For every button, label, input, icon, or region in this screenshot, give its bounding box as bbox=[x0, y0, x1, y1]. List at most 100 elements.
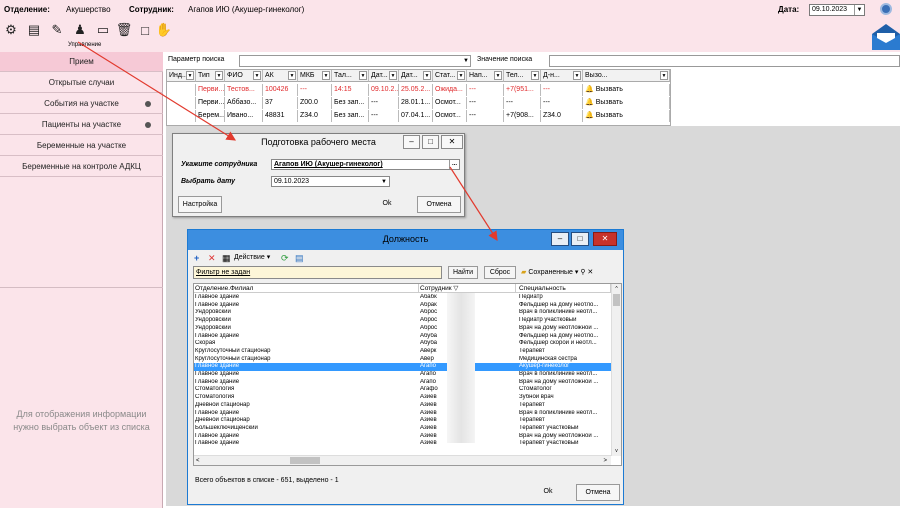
search-value-input[interactable] bbox=[549, 55, 900, 67]
filter-dropdown-icon[interactable]: ▼ bbox=[322, 71, 330, 80]
list-icon[interactable]: ▤ bbox=[27, 22, 41, 38]
action-icon[interactable]: ▦ bbox=[222, 253, 231, 263]
hand-icon[interactable]: ✋ bbox=[156, 22, 172, 38]
list-item[interactable]: Главное здание Агапо Акушер-гинеколог bbox=[194, 363, 611, 371]
filter-dropdown-icon[interactable]: ▼ bbox=[215, 71, 223, 80]
minimize-icon[interactable]: – bbox=[403, 135, 420, 149]
user-search-icon[interactable]: ⚙ bbox=[4, 22, 18, 38]
column-header[interactable]: Нап... ▼ bbox=[467, 70, 504, 82]
list-item[interactable]: Стоматология Агафо Стоматолог bbox=[194, 386, 611, 393]
list-item[interactable]: Ундоровский Аброс Педиатр участковый bbox=[194, 317, 611, 324]
trash-icon[interactable]: 🗑 bbox=[116, 22, 133, 38]
chevron-left-icon[interactable]: < bbox=[196, 456, 200, 465]
gear-icon[interactable] bbox=[880, 3, 892, 15]
employee-field[interactable]: Агапов ИЮ (Акушер-гинеколог) ... bbox=[271, 159, 460, 170]
list-item[interactable]: Дневной стационар Азиев Терапевт bbox=[194, 402, 611, 409]
person-icon[interactable]: ♟ bbox=[73, 22, 87, 38]
list-item[interactable]: Скорая Абуба Фельдшер скорой и неотл... bbox=[194, 340, 611, 347]
scroll-thumb[interactable] bbox=[290, 457, 320, 464]
filter-field[interactable]: Фильтр не задан bbox=[193, 266, 442, 279]
table-row[interactable]: Перви... Тестов... 100426 --- 14:15 09.10.2..… bbox=[167, 84, 670, 96]
list-item[interactable]: Дневной стационар Азиев Терапевт bbox=[194, 417, 611, 424]
call-button[interactable]: 🔔 Вызвать bbox=[583, 84, 670, 96]
column-header-specialty[interactable]: Специальность bbox=[517, 284, 611, 293]
chevron-down-icon[interactable]: ▼ bbox=[463, 56, 469, 66]
list-item[interactable]: Главное здание Азиев Врач в поликлинике не… bbox=[194, 410, 611, 417]
list-item[interactable]: Круглосуточный стационар Аверк Терапевт bbox=[194, 348, 611, 355]
chevron-down-icon[interactable]: v bbox=[613, 448, 620, 454]
call-button[interactable]: 🔔 Вызвать bbox=[583, 97, 670, 109]
minimize-icon[interactable]: – bbox=[551, 232, 569, 246]
list-item[interactable]: Большеключищенский Азиев Терапевт участков… bbox=[194, 425, 611, 432]
sidebar-item-pregnant-area[interactable]: Беременные на участке bbox=[0, 136, 163, 156]
column-header[interactable]: АК ▼ bbox=[263, 70, 298, 82]
horizontal-scrollbar[interactable]: < > bbox=[194, 455, 611, 465]
maximize-icon[interactable]: □ bbox=[571, 232, 589, 246]
mail-icon[interactable] bbox=[872, 24, 900, 50]
chevron-down-icon[interactable]: ▼ bbox=[381, 177, 387, 187]
list-item[interactable]: Главное здание Агапо Врач в поликлинике не… bbox=[194, 371, 611, 378]
reset-button[interactable]: Сброс bbox=[484, 266, 516, 279]
column-header[interactable]: Тип ▼ bbox=[196, 70, 225, 82]
column-header[interactable]: Д-н... ▼ bbox=[541, 70, 583, 82]
chevron-down-icon[interactable]: ▼ bbox=[854, 5, 864, 15]
filter-dropdown-icon[interactable]: ▼ bbox=[494, 71, 502, 80]
column-header[interactable]: Дат... ▼ bbox=[369, 70, 399, 82]
dialog-title-bar[interactable]: Должность – □ ✕ bbox=[188, 230, 623, 250]
delete-icon[interactable]: ✕ bbox=[208, 253, 216, 263]
date-field[interactable]: 09.10.2023 ▼ bbox=[809, 4, 865, 16]
filter-dropdown-icon[interactable]: ▼ bbox=[531, 71, 539, 80]
department-value[interactable]: Акушерство bbox=[66, 5, 111, 14]
filter-dropdown-icon[interactable]: ▼ bbox=[573, 71, 581, 80]
list-item[interactable]: Главное здание Азиев Врач на дому неотложн… bbox=[194, 433, 611, 440]
list-item[interactable]: Главное здание Агапо Врач на дому неотложн… bbox=[194, 379, 611, 386]
list-item[interactable]: Ундоровский Аброс Врач в поликлинике неотл… bbox=[194, 309, 611, 316]
column-header[interactable]: Инд... ▼ bbox=[167, 70, 196, 82]
dialog-date-field[interactable]: 09.10.2023 ▼ bbox=[271, 176, 390, 187]
list-item[interactable]: Главное здание Абабк Педиатр bbox=[194, 294, 611, 301]
column-header[interactable]: Тал... ▼ bbox=[332, 70, 369, 82]
saved-filters-menu[interactable]: ▰ Сохраненные ▾ ⚲ ✕ bbox=[521, 268, 593, 278]
ok-button[interactable]: Ok bbox=[525, 484, 571, 501]
settings-button[interactable]: Настройка bbox=[178, 196, 222, 213]
scroll-thumb[interactable] bbox=[613, 294, 620, 306]
document-icon[interactable]: □ bbox=[138, 22, 152, 38]
vertical-scrollbar[interactable]: ^ v bbox=[611, 284, 621, 456]
filter-dropdown-icon[interactable]: ▼ bbox=[457, 71, 465, 80]
close-icon[interactable]: ✕ bbox=[593, 232, 617, 246]
refresh-icon[interactable]: ⟳ bbox=[281, 253, 289, 263]
sidebar-item-area-patients[interactable]: Пациенты на участке bbox=[0, 115, 163, 135]
list-item[interactable]: Ундоровский Аброс Врач на дому неотложной … bbox=[194, 325, 611, 332]
sidebar-item-pregnant-adkc[interactable]: Беременные на контроле АДКЦ bbox=[0, 157, 163, 177]
filter-dropdown-icon[interactable]: ▼ bbox=[288, 71, 296, 80]
add-icon[interactable]: + bbox=[194, 253, 199, 263]
employee-value[interactable]: Агапов ИЮ (Акушер-гинеколог) bbox=[188, 5, 304, 14]
filter-dropdown-icon[interactable]: ▼ bbox=[253, 71, 261, 80]
filter-dropdown-icon[interactable]: ▼ bbox=[423, 71, 431, 80]
column-header-employee[interactable]: Сотрудник ▽ bbox=[420, 284, 516, 293]
pin-icon[interactable]: ⚲ bbox=[580, 269, 585, 276]
cancel-button[interactable]: Отмена bbox=[576, 484, 620, 501]
document-edit-icon[interactable]: ✎ bbox=[50, 22, 64, 38]
chevron-right-icon[interactable]: > bbox=[603, 456, 607, 465]
monitor-edit-icon[interactable]: ▭ bbox=[96, 22, 110, 38]
maximize-icon[interactable]: □ bbox=[422, 135, 439, 149]
call-button[interactable]: 🔔 Вызвать bbox=[583, 110, 670, 122]
close-icon[interactable]: ✕ bbox=[441, 135, 463, 149]
column-header-dept[interactable]: Отделение.Филиал bbox=[195, 284, 419, 293]
ok-button[interactable]: Ok bbox=[365, 196, 409, 213]
column-header[interactable]: Вызо... ▼ bbox=[583, 70, 670, 82]
filter-dropdown-icon[interactable]: ▼ bbox=[186, 71, 194, 80]
export-icon[interactable]: ▤ bbox=[295, 253, 304, 263]
sidebar-item-open-cases[interactable]: Открытые случаи bbox=[0, 73, 163, 93]
clear-icon[interactable]: ✕ bbox=[587, 269, 593, 276]
list-item[interactable]: Главное здание Абрак Фельдшер на дому неот… bbox=[194, 302, 611, 309]
list-item[interactable]: Главное здание Абуба Фельдшер на дому неот… bbox=[194, 333, 611, 340]
filter-dropdown-icon[interactable]: ▼ bbox=[660, 71, 668, 80]
column-header[interactable]: Дат... ▼ bbox=[399, 70, 433, 82]
column-header[interactable]: Стат... ▼ bbox=[433, 70, 467, 82]
table-row[interactable]: Перви... Аббазо... 37 Z00.0 Без зап... --- 28.… bbox=[167, 97, 670, 109]
action-menu[interactable]: Действие ▾ bbox=[234, 253, 270, 263]
sidebar-item-area-events[interactable]: События на участке bbox=[0, 94, 163, 114]
list-item[interactable]: Круглосуточный стационар Авер Медицинская … bbox=[194, 356, 611, 363]
